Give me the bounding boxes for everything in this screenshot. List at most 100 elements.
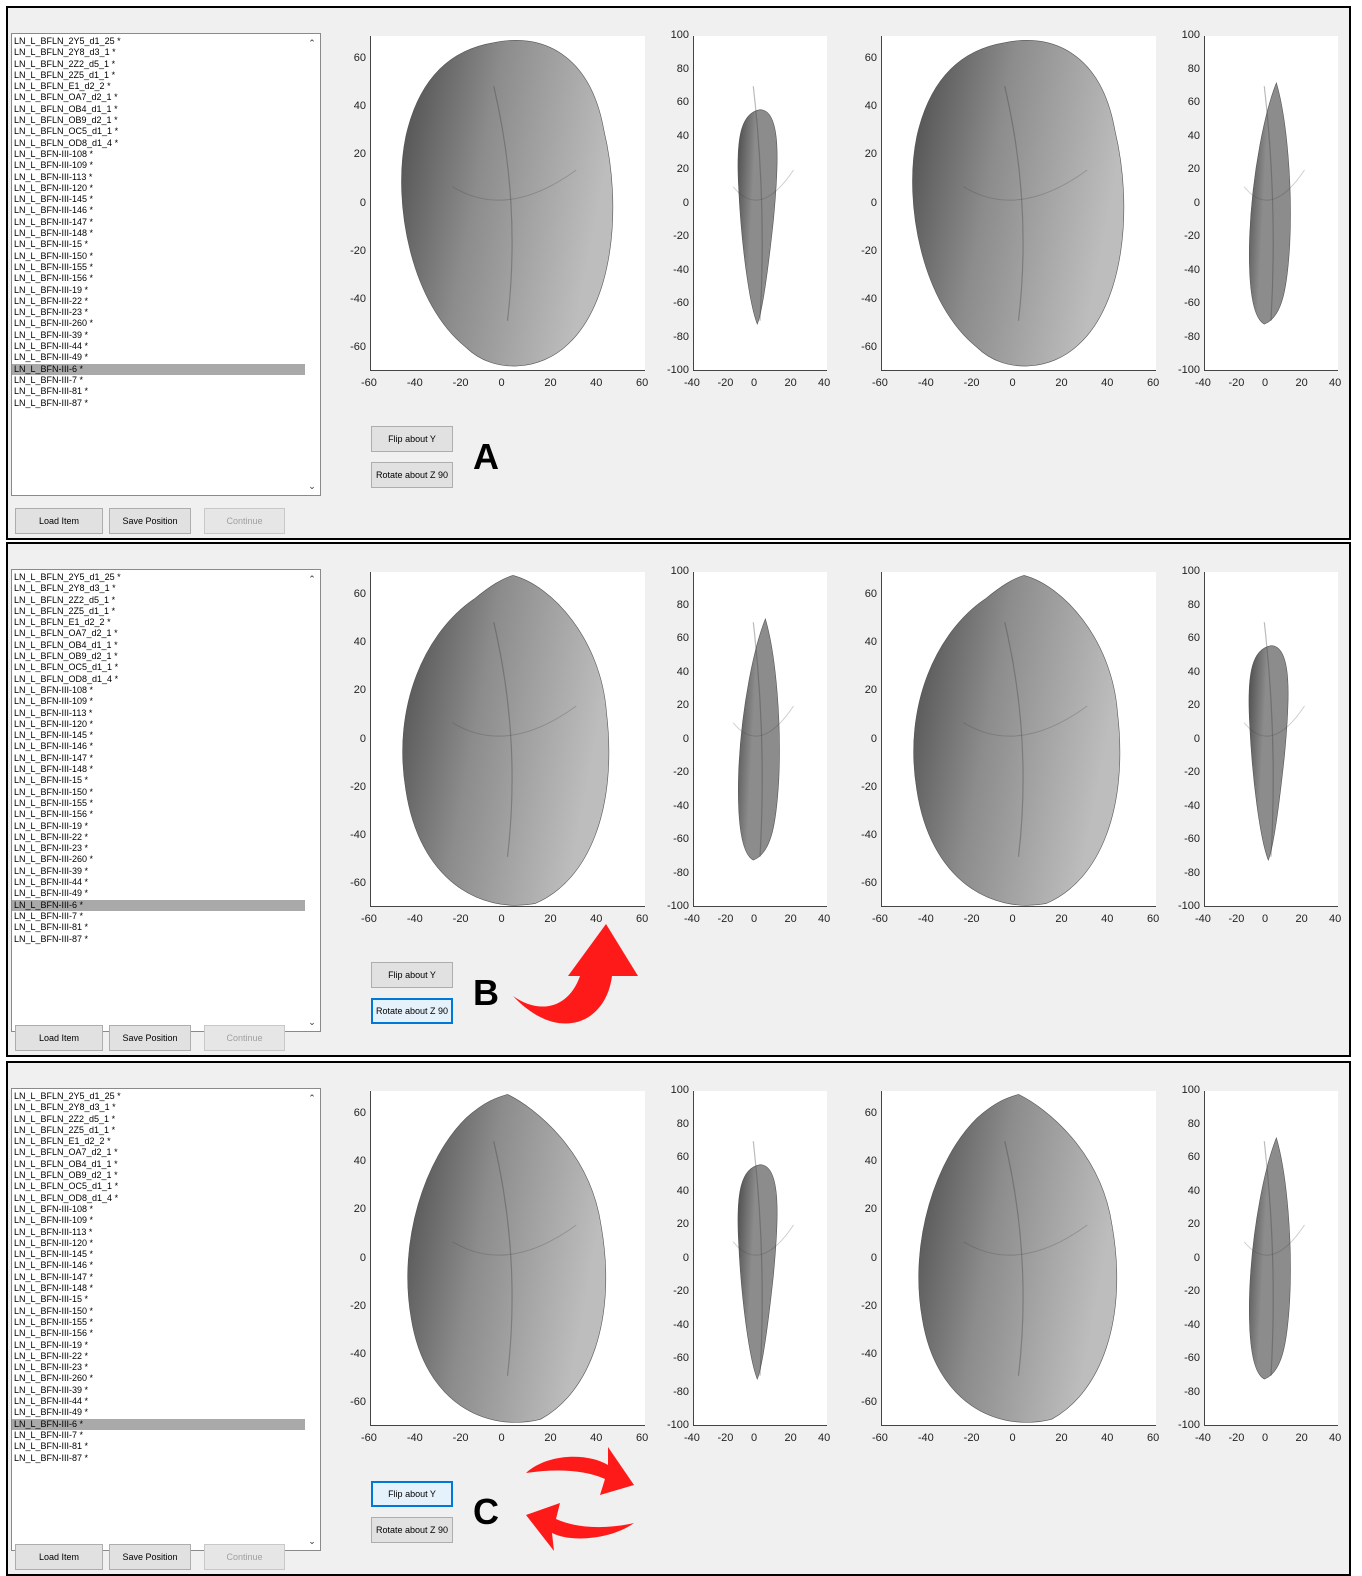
list-item[interactable]: LN_L_BFLN_OD8_d1_4 *	[12, 138, 306, 149]
list-item[interactable]: LN_L_BFN-III-87 *	[12, 934, 306, 945]
list-item[interactable]: LN_L_BFN-III-6 *	[12, 363, 306, 375]
list-item[interactable]: LN_L_BFLN_2Z2_d5_1 *	[12, 1114, 306, 1125]
list-item[interactable]: LN_L_BFN-III-120 *	[12, 1238, 306, 1249]
list-item[interactable]: LN_L_BFN-III-108 *	[12, 685, 306, 696]
list-item[interactable]: LN_L_BFLN_OD8_d1_4 *	[12, 674, 306, 685]
list-item[interactable]: LN_L_BFN-III-39 *	[12, 1385, 306, 1396]
list-item[interactable]: LN_L_BFN-III-147 *	[12, 217, 306, 228]
list-item[interactable]: LN_L_BFLN_2Y8_d3_1 *	[12, 47, 306, 58]
rotate-about-z-button[interactable]: Rotate about Z 90	[371, 1517, 453, 1543]
load-item-button[interactable]: Load Item	[15, 1544, 103, 1570]
list-item[interactable]: LN_L_BFN-III-260 *	[12, 854, 306, 865]
list-item[interactable]: LN_L_BFN-III-15 *	[12, 239, 306, 250]
item-listbox[interactable]: LN_L_BFLN_2Y5_d1_25 * LN_L_BFLN_2Y8_d3_1 …	[11, 569, 321, 1032]
chevron-down-icon[interactable]: ⌄	[307, 481, 317, 491]
list-item[interactable]: LN_L_BFLN_OB9_d2_1 *	[12, 1170, 306, 1181]
list-item[interactable]: LN_L_BFLN_2Y5_d1_25 *	[12, 1091, 306, 1102]
list-item[interactable]: LN_L_BFLN_2Y8_d3_1 *	[12, 1102, 306, 1113]
scrollbar[interactable]: ⌃ ⌄	[305, 570, 320, 1031]
list-item[interactable]: LN_L_BFLN_OA7_d2_1 *	[12, 1147, 306, 1158]
list-item[interactable]: LN_L_BFLN_OB9_d2_1 *	[12, 115, 306, 126]
list-item[interactable]: LN_L_BFLN_2Y5_d1_25 *	[12, 36, 306, 47]
list-item[interactable]: LN_L_BFLN_OD8_d1_4 *	[12, 1193, 306, 1204]
list-item[interactable]: LN_L_BFN-III-49 *	[12, 1407, 306, 1418]
list-item[interactable]: LN_L_BFLN_E1_d2_2 *	[12, 1136, 306, 1147]
save-position-button[interactable]: Save Position	[109, 508, 191, 534]
list-item[interactable]: LN_L_BFN-III-148 *	[12, 764, 306, 775]
list-item[interactable]: LN_L_BFN-III-113 *	[12, 708, 306, 719]
load-item-button[interactable]: Load Item	[15, 508, 103, 534]
list-item[interactable]: LN_L_BFN-III-49 *	[12, 352, 306, 363]
list-item[interactable]: LN_L_BFN-III-7 *	[12, 1430, 306, 1441]
list-item[interactable]: LN_L_BFN-III-15 *	[12, 775, 306, 786]
chevron-up-icon[interactable]: ⌃	[307, 574, 317, 584]
list-item[interactable]: LN_L_BFN-III-146 *	[12, 1260, 306, 1271]
list-item[interactable]: LN_L_BFN-III-19 *	[12, 285, 306, 296]
list-item[interactable]: LN_L_BFN-III-260 *	[12, 318, 306, 329]
list-item[interactable]: LN_L_BFLN_E1_d2_2 *	[12, 617, 306, 628]
list-item[interactable]: LN_L_BFN-III-81 *	[12, 386, 306, 397]
list-item[interactable]: LN_L_BFN-III-120 *	[12, 719, 306, 730]
list-item[interactable]: LN_L_BFLN_2Y8_d3_1 *	[12, 583, 306, 594]
flip-about-y-button[interactable]: Flip about Y	[371, 962, 453, 988]
list-item[interactable]: LN_L_BFN-III-23 *	[12, 843, 306, 854]
list-item[interactable]: LN_L_BFN-III-145 *	[12, 1249, 306, 1260]
scrollbar[interactable]: ⌃ ⌄	[305, 34, 320, 495]
scrollbar[interactable]: ⌃ ⌄	[305, 1089, 320, 1550]
list-item[interactable]: LN_L_BFN-III-19 *	[12, 1340, 306, 1351]
list-item[interactable]: LN_L_BFLN_2Z5_d1_1 *	[12, 606, 306, 617]
list-item[interactable]: LN_L_BFN-III-147 *	[12, 753, 306, 764]
list-item[interactable]: LN_L_BFN-III-7 *	[12, 911, 306, 922]
list-item[interactable]: LN_L_BFLN_OB4_d1_1 *	[12, 640, 306, 651]
list-item[interactable]: LN_L_BFLN_OA7_d2_1 *	[12, 92, 306, 103]
list-item[interactable]: LN_L_BFN-III-15 *	[12, 1294, 306, 1305]
list-item[interactable]: LN_L_BFN-III-81 *	[12, 922, 306, 933]
rotate-about-z-button[interactable]: Rotate about Z 90	[371, 462, 453, 488]
list-item[interactable]: LN_L_BFLN_OC5_d1_1 *	[12, 126, 306, 137]
list-item[interactable]: LN_L_BFN-III-7 *	[12, 375, 306, 386]
list-item[interactable]: LN_L_BFN-III-108 *	[12, 149, 306, 160]
chevron-down-icon[interactable]: ⌄	[307, 1017, 317, 1027]
list-item[interactable]: LN_L_BFN-III-156 *	[12, 273, 306, 284]
list-item[interactable]: LN_L_BFN-III-113 *	[12, 1227, 306, 1238]
list-item[interactable]: LN_L_BFN-III-148 *	[12, 228, 306, 239]
list-item[interactable]: LN_L_BFN-III-44 *	[12, 877, 306, 888]
list-item[interactable]: LN_L_BFN-III-145 *	[12, 194, 306, 205]
list-item[interactable]: LN_L_BFLN_E1_d2_2 *	[12, 81, 306, 92]
list-item[interactable]: LN_L_BFLN_2Z2_d5_1 *	[12, 595, 306, 606]
list-item[interactable]: LN_L_BFN-III-44 *	[12, 341, 306, 352]
item-listbox[interactable]: LN_L_BFLN_2Y5_d1_25 * LN_L_BFLN_2Y8_d3_1 …	[11, 1088, 321, 1551]
list-item[interactable]: LN_L_BFN-III-39 *	[12, 330, 306, 341]
save-position-button[interactable]: Save Position	[109, 1544, 191, 1570]
item-listbox[interactable]: LN_L_BFLN_2Y5_d1_25 * LN_L_BFLN_2Y8_d3_1 …	[11, 33, 321, 496]
list-item[interactable]: LN_L_BFN-III-155 *	[12, 262, 306, 273]
list-item[interactable]: LN_L_BFLN_2Z2_d5_1 *	[12, 59, 306, 70]
list-item[interactable]: LN_L_BFN-III-146 *	[12, 205, 306, 216]
list-item[interactable]: LN_L_BFN-III-155 *	[12, 798, 306, 809]
list-item[interactable]: LN_L_BFLN_2Z5_d1_1 *	[12, 1125, 306, 1136]
list-item[interactable]: LN_L_BFN-III-23 *	[12, 307, 306, 318]
list-item[interactable]: LN_L_BFLN_OB4_d1_1 *	[12, 1159, 306, 1170]
flip-about-y-button[interactable]: Flip about Y	[371, 1481, 453, 1507]
list-item[interactable]: LN_L_BFN-III-108 *	[12, 1204, 306, 1215]
list-item[interactable]: LN_L_BFN-III-260 *	[12, 1373, 306, 1384]
list-item[interactable]: LN_L_BFN-III-145 *	[12, 730, 306, 741]
save-position-button[interactable]: Save Position	[109, 1025, 191, 1051]
list-item[interactable]: LN_L_BFN-III-44 *	[12, 1396, 306, 1407]
list-item[interactable]: LN_L_BFN-III-109 *	[12, 1215, 306, 1226]
list-item[interactable]: LN_L_BFN-III-23 *	[12, 1362, 306, 1373]
list-item[interactable]: LN_L_BFN-III-81 *	[12, 1441, 306, 1452]
list-item[interactable]: LN_L_BFN-III-113 *	[12, 172, 306, 183]
chevron-up-icon[interactable]: ⌃	[307, 38, 317, 48]
list-item[interactable]: LN_L_BFN-III-22 *	[12, 832, 306, 843]
list-item[interactable]: LN_L_BFN-III-150 *	[12, 251, 306, 262]
list-item[interactable]: LN_L_BFN-III-22 *	[12, 296, 306, 307]
list-item[interactable]: LN_L_BFN-III-39 *	[12, 866, 306, 877]
list-item[interactable]: LN_L_BFN-III-146 *	[12, 741, 306, 752]
list-item[interactable]: LN_L_BFN-III-156 *	[12, 809, 306, 820]
list-item[interactable]: LN_L_BFN-III-120 *	[12, 183, 306, 194]
list-item[interactable]: LN_L_BFLN_OA7_d2_1 *	[12, 628, 306, 639]
rotate-about-z-button[interactable]: Rotate about Z 90	[371, 998, 453, 1024]
list-item[interactable]: LN_L_BFN-III-150 *	[12, 1306, 306, 1317]
list-item[interactable]: LN_L_BFN-III-109 *	[12, 696, 306, 707]
